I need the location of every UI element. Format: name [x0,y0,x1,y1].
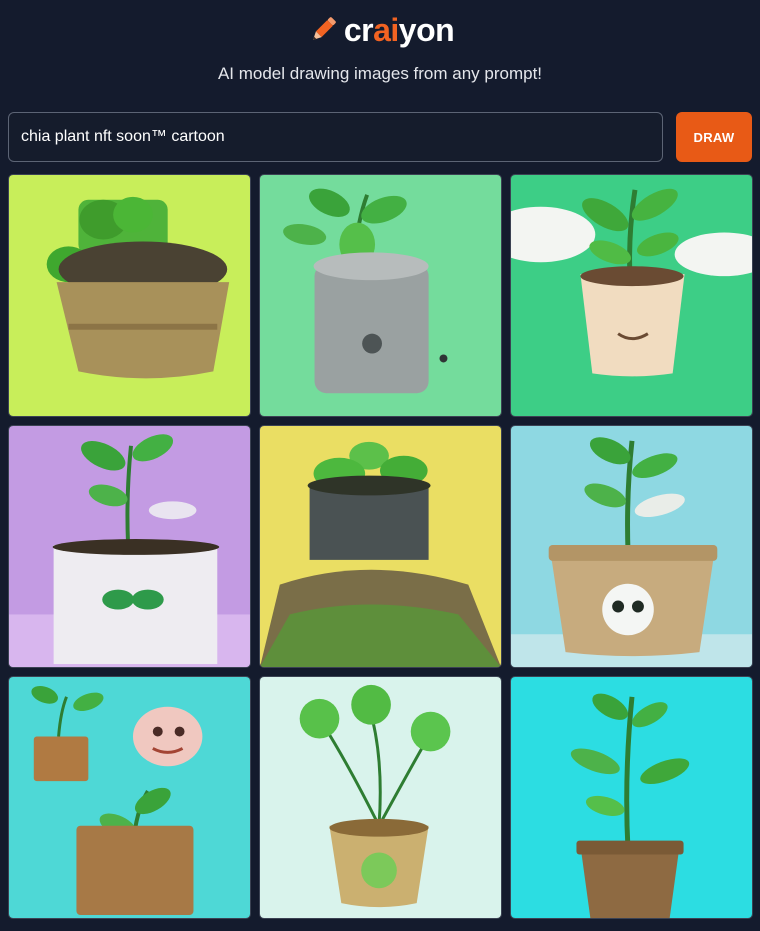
result-image-2[interactable] [259,174,502,417]
result-image-8[interactable] [259,676,502,919]
draw-button[interactable]: DRAW [676,112,752,162]
plant-illustration [511,677,752,918]
result-image-3[interactable] [510,174,753,417]
logo[interactable]: craiyon [0,10,760,50]
craiyon-page: craiyon AI model drawing images from any… [0,0,760,931]
plant-illustration [9,426,250,667]
plant-illustration [511,426,752,667]
search-row: DRAW [8,112,752,162]
prompt-input[interactable] [8,112,663,162]
brand-name-part1: cr [343,12,374,48]
pencil-icon [312,17,336,40]
result-image-6[interactable] [510,425,753,668]
result-image-1[interactable] [8,174,251,417]
plant-illustration [9,175,250,416]
results-grid [8,174,753,919]
result-image-9[interactable] [510,676,753,919]
plant-illustration [260,677,501,918]
result-image-4[interactable] [8,425,251,668]
result-image-7[interactable] [8,676,251,919]
brand-name-part2: ai [373,12,399,48]
result-image-5[interactable] [259,425,502,668]
plant-illustration [260,426,501,667]
brand-name-part3: yon [398,12,455,48]
plant-illustration [9,677,250,918]
plant-illustration [511,175,752,416]
brand-name: craiyon [343,10,455,50]
plant-illustration [260,175,501,416]
tagline: AI model drawing images from any prompt! [217,64,543,83]
